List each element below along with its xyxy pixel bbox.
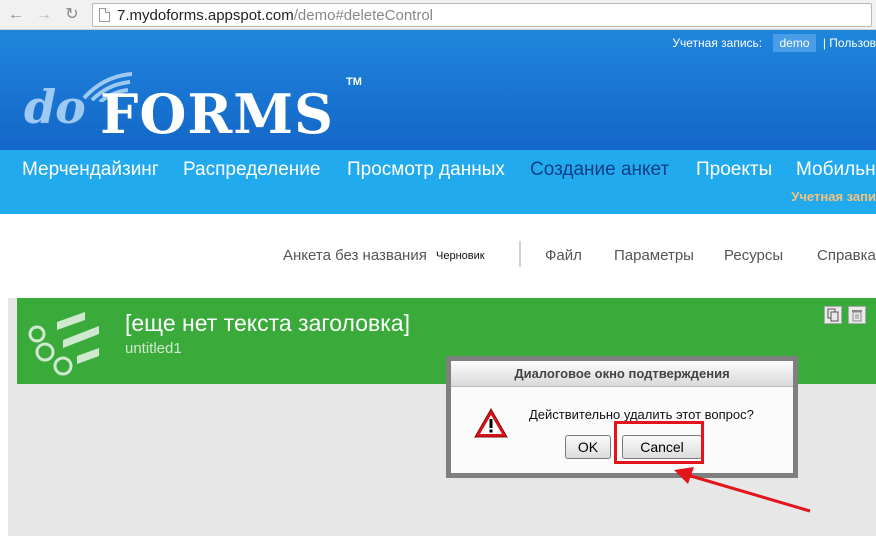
- account-line: Учетная запись: demo | Пользов: [672, 34, 876, 52]
- logo-do: do: [24, 80, 86, 134]
- trash-icon: [852, 310, 862, 322]
- reload-icon[interactable]: ↻: [62, 5, 82, 25]
- app-header: Учетная запись: demo | Пользов do FORMS …: [0, 30, 876, 150]
- form-subtitle[interactable]: untitled1: [125, 340, 182, 357]
- form-logo-icon: [28, 312, 99, 376]
- account-user-link[interactable]: demo: [773, 34, 816, 52]
- address-bar[interactable]: 7.mydoforms.appspot.com/demo#deleteContr…: [92, 3, 872, 27]
- file-menu[interactable]: Файл: [545, 247, 582, 264]
- logo-forms: FORMS: [100, 82, 335, 146]
- dialog-message: Действительно удалить этот вопрос?: [529, 407, 754, 422]
- menu-item-projects[interactable]: Проекты: [696, 159, 772, 181]
- copy-button[interactable]: [823, 306, 842, 324]
- menu-item-distribution[interactable]: Распределение: [183, 159, 320, 181]
- menu-item-data-view[interactable]: Просмотр данных: [347, 159, 505, 181]
- url-text: 7.mydoforms.appspot.com/demo#deleteContr…: [117, 7, 433, 24]
- warning-icon: [474, 407, 508, 438]
- form-name: Анкета без названия: [283, 247, 427, 264]
- user-link[interactable]: | Пользов: [823, 36, 876, 50]
- menu-sub-account[interactable]: Учетная запи: [791, 189, 876, 204]
- resources-menu[interactable]: Ресурсы: [724, 247, 783, 264]
- toolbar-divider: [519, 241, 521, 267]
- url-path: /demo#deleteControl: [293, 7, 434, 24]
- menu-item-merchandising[interactable]: Мерчендайзинг: [22, 159, 159, 181]
- help-menu[interactable]: Справка: [817, 247, 876, 264]
- form-title[interactable]: [еще нет текста заголовка]: [125, 310, 410, 337]
- status-badge: Черновик: [436, 250, 485, 262]
- forward-arrow-icon[interactable]: →: [34, 5, 54, 25]
- menu-item-form-builder[interactable]: Создание анкет: [530, 159, 669, 181]
- account-label: Учетная запись:: [672, 36, 763, 50]
- menu-item-mobile[interactable]: Мобильн: [796, 159, 876, 181]
- url-host: 7.mydoforms.appspot.com: [117, 7, 294, 24]
- doforms-logo: do FORMS TM: [24, 70, 384, 150]
- form-header-actions: [822, 306, 866, 324]
- parameters-menu[interactable]: Параметры: [614, 247, 694, 264]
- copy-icon: [827, 308, 839, 322]
- browser-toolbar: ← → ↻ 7.mydoforms.appspot.com/demo#delet…: [0, 0, 876, 30]
- main-menu: Мерчендайзинг Распределение Просмотр дан…: [0, 150, 876, 214]
- back-arrow-icon[interactable]: ←: [6, 5, 26, 25]
- page-icon: [99, 8, 110, 22]
- ok-button[interactable]: OK: [565, 435, 611, 459]
- annotation-arrow-icon: [674, 467, 811, 513]
- logo-trademark: TM: [346, 76, 362, 88]
- dialog-title: Диалоговое окно подтверждения: [451, 361, 793, 387]
- form-toolbar: Анкета без названия Черновик Файл Параме…: [0, 214, 876, 294]
- delete-button[interactable]: [848, 306, 866, 324]
